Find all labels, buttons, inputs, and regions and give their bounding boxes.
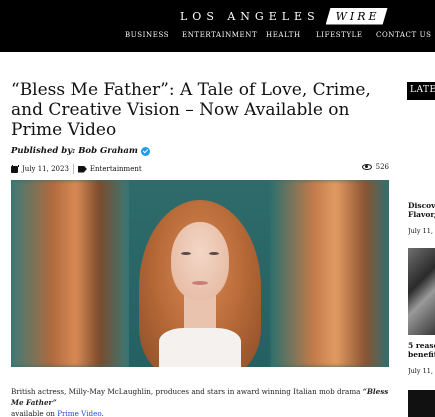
article-intro: British actress, Milly-May McLaughlin, p… [11, 386, 391, 417]
sidebar-article-3-image[interactable] [408, 390, 435, 417]
hero-image [11, 180, 389, 367]
sidebar-article-2-date: July 11, 2 [408, 367, 435, 375]
hero-blur-right [271, 180, 389, 367]
portrait-top [159, 328, 241, 367]
article-category[interactable]: Entertainment [90, 165, 142, 173]
latest-label: LATEST [410, 85, 435, 95]
verified-badge-icon [140, 146, 150, 156]
main-nav: BUSINESS ENTERTAINMENT HEALTH LIFESTYLE … [0, 31, 435, 45]
article-meta: July 11, 2023 Entertainment 526 [11, 163, 389, 175]
byline-text[interactable]: Published by: Bob Graham [11, 146, 138, 156]
latest-heading: LATEST [407, 82, 435, 100]
site-logo[interactable]: LOS ANGELES WIRE [180, 6, 388, 26]
view-count-value: 526 [375, 163, 389, 171]
logo-text: LOS ANGELES [180, 9, 320, 23]
portrait-lips [192, 281, 208, 285]
hero-portrait [129, 180, 271, 367]
sidebar-article-1[interactable]: Discover Flavor, I [408, 201, 435, 219]
nav-lifestyle[interactable]: LIFESTYLE [316, 31, 363, 39]
sidebar-article-2-image[interactable] [408, 248, 435, 335]
eye-icon [361, 164, 372, 170]
portrait-eyes [181, 252, 219, 256]
intro-text: British actress, Milly-May McLaughlin, p… [11, 387, 363, 396]
sidebar-article-1-line1: Discover [408, 201, 435, 210]
article-title: “Bless Me Father”: A Tale of Love, Crime… [11, 80, 371, 140]
nav-contact-us[interactable]: CONTACT US [376, 31, 432, 39]
tag-icon [77, 165, 87, 173]
article-byline: Published by: Bob Graham [11, 146, 150, 156]
logo-wire-badge: WIRE [325, 7, 388, 25]
prime-video-link[interactable]: Prime Video [57, 409, 101, 417]
view-count: 526 [361, 163, 389, 171]
nav-health[interactable]: HEALTH [266, 31, 301, 39]
sidebar-article-1-date: July 11, 2 [408, 227, 435, 235]
portrait-face [171, 222, 229, 300]
site-header: LOS ANGELES WIRE BUSINESS ENTERTAINMENT … [0, 0, 435, 52]
calendar-icon [11, 164, 19, 173]
sidebar-article-2[interactable]: 5 reasons benefit [408, 341, 435, 359]
intro-text-2: available on [11, 409, 58, 417]
sidebar-article-1-line2: Flavor, I [408, 210, 435, 219]
article-date: July 11, 2023 [22, 165, 69, 173]
hero-blur-left [11, 180, 129, 367]
sidebar-article-2-line1: 5 reasons [408, 341, 435, 350]
nav-entertainment[interactable]: ENTERTAINMENT [182, 31, 257, 39]
meta-divider [72, 164, 74, 174]
intro-period: . [101, 409, 104, 417]
sidebar-article-2-line2: benefit [408, 350, 435, 359]
nav-business[interactable]: BUSINESS [125, 31, 169, 39]
